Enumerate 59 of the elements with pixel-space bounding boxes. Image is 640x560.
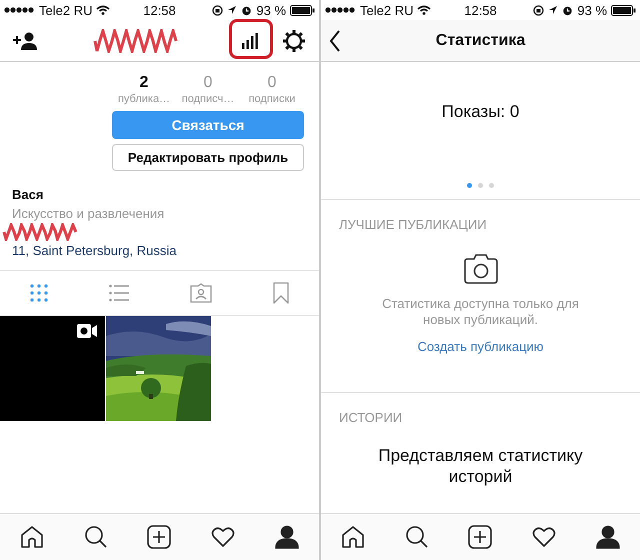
stat-label: подписки (248, 93, 296, 105)
plus-icon[interactable] (147, 525, 172, 549)
signal-icon (4, 6, 35, 14)
wifi-icon (417, 5, 432, 15)
heart-icon[interactable] (211, 526, 236, 548)
stat-count: 0 (268, 74, 276, 92)
home-icon[interactable] (340, 525, 365, 549)
status-time: 12:58 (143, 2, 176, 18)
edit-profile-button[interactable]: Редактировать профиль (112, 144, 304, 171)
alarm-icon (562, 4, 574, 16)
info-text: Статистика доступна только для новых публикаций. (381, 296, 580, 328)
page-dot[interactable] (478, 183, 483, 188)
status-time: 12:58 (464, 2, 497, 18)
carrier-name: Tele2 RU (360, 2, 414, 18)
settings-icon[interactable] (282, 28, 306, 52)
rotation-lock-icon (212, 4, 224, 16)
video-thumbnail[interactable] (0, 316, 105, 421)
stat-count: 2 (140, 74, 148, 92)
signal-icon (325, 6, 356, 14)
grid-icon[interactable] (30, 284, 48, 302)
location-arrow-icon (227, 5, 238, 15)
battery-percent: 93 % (577, 2, 608, 18)
page-dot[interactable] (467, 183, 472, 188)
alarm-icon (241, 4, 252, 16)
impressions-count: Показы: 0 (442, 102, 520, 122)
tagged-person-icon[interactable] (190, 283, 212, 303)
add-person-icon[interactable] (12, 30, 38, 50)
location-arrow-icon (548, 5, 558, 15)
heart-icon[interactable] (532, 526, 556, 548)
stat-count: 0 (204, 74, 212, 92)
battery-icon (611, 4, 636, 16)
carrier-name: Tele2 RU (39, 2, 92, 18)
stat-label: подписч… (182, 93, 234, 105)
create-post-link[interactable]: Создать публикацию (417, 339, 544, 354)
profile-category: Искусство и развлечения (12, 206, 164, 221)
home-icon[interactable] (20, 525, 44, 549)
bookmark-icon[interactable] (272, 282, 289, 304)
camera-icon (462, 254, 498, 284)
rotation-lock-icon (533, 4, 544, 16)
search-icon[interactable] (404, 525, 429, 549)
section-heading: ИСТОРИИ (339, 410, 402, 425)
wifi-icon (96, 5, 110, 15)
back-icon[interactable] (329, 30, 341, 52)
profile-address[interactable]: 11, Saint Petersburg, Russia (12, 243, 177, 258)
profile-name: Вася (12, 187, 44, 202)
screen-title: Статистика (436, 32, 526, 50)
plus-icon[interactable] (468, 525, 492, 549)
list-icon[interactable] (109, 284, 130, 302)
battery-icon (290, 4, 316, 16)
video-camera-icon (77, 324, 97, 338)
search-icon[interactable] (84, 525, 108, 549)
person-icon[interactable] (596, 525, 620, 549)
bar-chart-icon[interactable] (241, 32, 259, 50)
stories-title: Представляем статистику историй (377, 445, 584, 487)
person-icon[interactable] (275, 525, 300, 549)
page-dot[interactable] (489, 183, 494, 188)
section-heading: ЛУЧШИЕ ПУБЛИКАЦИИ (339, 217, 487, 232)
battery-percent: 93 % (256, 2, 286, 18)
stat-label: публика… (118, 93, 170, 105)
